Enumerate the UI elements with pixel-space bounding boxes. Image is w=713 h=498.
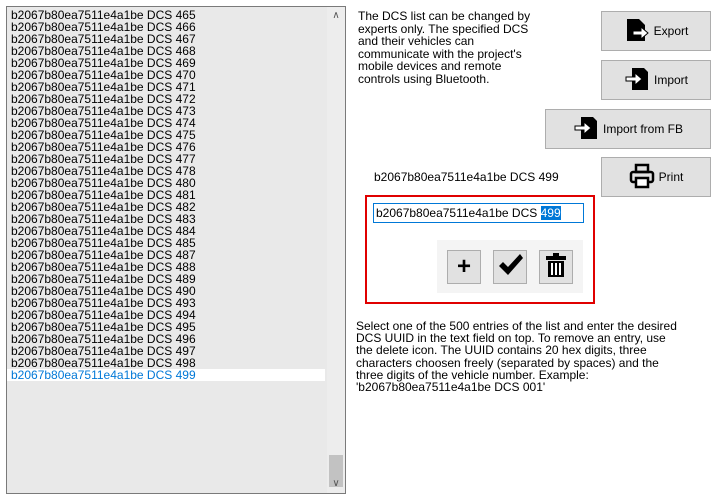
plus-icon: + [456, 253, 471, 280]
export-icon [624, 17, 650, 46]
import-icon [624, 66, 650, 95]
export-label: Export [653, 24, 689, 38]
dcs-list-items[interactable]: b2067b80ea7511e4a1be DCS 465 b2067b80ea75… [7, 9, 325, 381]
checkmark-icon [497, 253, 523, 282]
export-button[interactable]: Export [601, 11, 711, 51]
info-text: The DCS list can be changed by experts o… [358, 9, 531, 86]
import-label: Import [653, 73, 688, 87]
scroll-down-arrow-icon[interactable]: ∨ [327, 475, 345, 493]
list-item[interactable]: b2067b80ea7511e4a1be DCS 499 [7, 369, 325, 381]
dcs-uuid-input-selection: 499 [540, 206, 561, 220]
print-button[interactable]: Print [601, 157, 711, 197]
delete-entry-button[interactable] [539, 250, 573, 284]
confirm-entry-button[interactable] [493, 250, 527, 284]
dcs-listbox[interactable]: b2067b80ea7511e4a1be DCS 465 b2067b80ea75… [6, 6, 346, 494]
list-scrollbar[interactable]: ∧ ∨ [327, 7, 345, 493]
printer-icon [629, 163, 655, 192]
help-text: Select one of the 500 entries of the lis… [356, 319, 677, 395]
import-button[interactable]: Import [601, 60, 711, 100]
add-entry-button[interactable]: + [447, 250, 481, 284]
import-fb-icon [573, 115, 599, 144]
import-from-fb-button[interactable]: Import from FB [545, 109, 711, 149]
current-entry-label: b2067b80ea7511e4a1be DCS 499 [374, 170, 559, 184]
trash-icon [544, 252, 568, 283]
dcs-uuid-input[interactable]: b2067b80ea7511e4a1be DCS 499 [373, 203, 584, 223]
print-label: Print [658, 170, 684, 184]
entry-action-panel: + [437, 240, 583, 293]
dcs-uuid-input-text: b2067b80ea7511e4a1be DCS [376, 206, 541, 220]
import-from-fb-label: Import from FB [602, 122, 683, 136]
scroll-up-arrow-icon[interactable]: ∧ [327, 7, 345, 25]
